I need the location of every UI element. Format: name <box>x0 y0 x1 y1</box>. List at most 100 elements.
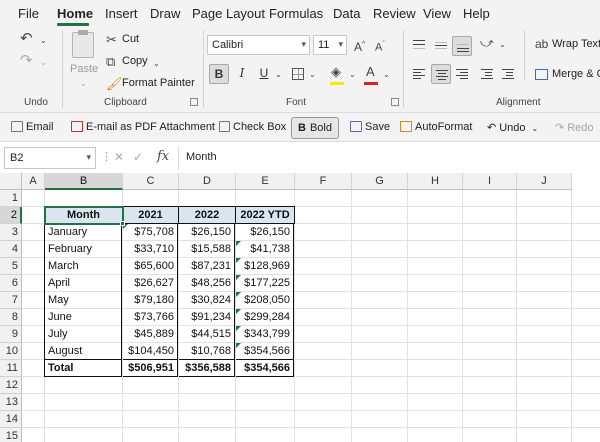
selected-cell-outline[interactable] <box>44 206 124 225</box>
orientation-dropdown-icon[interactable]: ⌄ <box>499 38 506 52</box>
format-painter-button[interactable]: Format Painter <box>122 77 195 89</box>
cancel-icon[interactable]: ✕ <box>114 150 124 164</box>
row-header-14[interactable]: 14 <box>0 411 22 428</box>
row-header-8[interactable]: 8 <box>0 309 22 326</box>
redo-icon[interactable]: ↷ <box>20 53 33 68</box>
table-cell[interactable]: $299,284 <box>236 309 294 326</box>
table-cell[interactable]: August <box>45 343 122 360</box>
table-cell[interactable]: June <box>45 309 122 326</box>
row-header-4[interactable]: 4 <box>0 241 22 258</box>
tab-review[interactable]: Review <box>373 6 416 21</box>
tab-data[interactable]: Data <box>333 6 360 21</box>
borders-dropdown-icon[interactable]: ⌄ <box>309 68 316 82</box>
table-header-cell[interactable]: 2022 <box>178 206 236 224</box>
table-cell[interactable]: April <box>45 275 122 292</box>
check-box-button[interactable]: Check Box <box>216 117 289 139</box>
paste-icon[interactable] <box>72 30 94 58</box>
table-cell[interactable]: March <box>45 258 122 275</box>
table-cell[interactable]: $33,710 <box>123 241 178 258</box>
table-cell[interactable]: $128,969 <box>236 258 294 275</box>
column-header-a[interactable]: A <box>22 173 45 190</box>
paste-button[interactable]: Paste <box>70 63 98 75</box>
table-cell[interactable]: $48,256 <box>179 275 235 292</box>
more-icon[interactable]: ⋮ <box>101 150 112 163</box>
column-header-d[interactable]: D <box>179 173 236 190</box>
save-button[interactable]: Save <box>347 117 393 139</box>
cut-button[interactable]: Cut <box>122 33 139 45</box>
tab-draw[interactable]: Draw <box>150 6 180 21</box>
orientation-icon[interactable]: ⤻ <box>480 36 494 50</box>
decrease-indent-icon[interactable] <box>477 64 497 84</box>
tab-insert[interactable]: Insert <box>105 6 138 21</box>
table-cell[interactable]: $26,150 <box>179 224 235 241</box>
row-header-2[interactable]: 2 <box>0 207 22 224</box>
row-header-9[interactable]: 9 <box>0 326 22 343</box>
paste-dropdown-icon[interactable]: ⌄ <box>80 77 87 91</box>
table-cell[interactable]: $30,824 <box>179 292 235 309</box>
table-cell[interactable]: January <box>45 224 122 241</box>
name-box[interactable]: B2 ▾ <box>4 147 96 169</box>
total-cell[interactable]: $356,588 <box>179 359 235 377</box>
clipboard-launcher-icon[interactable] <box>190 98 198 106</box>
table-cell[interactable]: $44,515 <box>179 326 235 343</box>
table-cell[interactable]: $87,231 <box>179 258 235 275</box>
column-header-c[interactable]: C <box>123 173 179 190</box>
autoformat-button[interactable]: AutoFormat <box>397 117 475 139</box>
copy-dropdown-icon[interactable]: ⌄ <box>153 57 160 71</box>
undo-icon[interactable]: ↶ <box>20 31 33 46</box>
tab-page-layout[interactable]: Page Layout <box>192 6 265 21</box>
row-header-15[interactable]: 15 <box>0 428 22 442</box>
enter-icon[interactable]: ✓ <box>133 150 143 164</box>
copy-icon[interactable]: ⧉ <box>106 55 115 69</box>
table-cell[interactable]: $26,150 <box>236 224 294 241</box>
table-cell[interactable]: $343,799 <box>236 326 294 343</box>
format-painter-icon[interactable]: 🖌 <box>106 77 123 91</box>
italic-icon[interactable]: I <box>232 64 252 84</box>
row-header-7[interactable]: 7 <box>0 292 22 309</box>
table-cell[interactable]: $177,225 <box>236 275 294 292</box>
align-top-icon[interactable] <box>409 36 429 56</box>
insert-function-icon[interactable]: fx <box>157 149 169 164</box>
font-name-select[interactable]: Calibri ▾ <box>207 35 310 55</box>
table-header-cell[interactable]: 2022 YTD <box>235 206 295 224</box>
table-cell[interactable]: February <box>45 241 122 258</box>
column-header-g[interactable]: G <box>352 173 408 190</box>
fill-color-icon[interactable]: ◈ <box>331 65 341 79</box>
table-cell[interactable]: $208,050 <box>236 292 294 309</box>
tab-view[interactable]: View <box>423 6 451 21</box>
align-bottom-icon[interactable] <box>452 36 472 56</box>
font-color-dropdown-icon[interactable]: ⌄ <box>383 68 390 82</box>
redo-button[interactable]: ↷ Redo <box>552 117 597 139</box>
column-header-b[interactable]: B <box>45 173 123 190</box>
table-cell[interactable]: May <box>45 292 122 309</box>
table-cell[interactable]: $65,600 <box>123 258 178 275</box>
email-button[interactable]: Email <box>8 117 57 139</box>
formula-input[interactable]: Month <box>186 151 217 163</box>
font-color-icon[interactable]: A <box>366 65 375 79</box>
wrap-text-button[interactable]: Wrap Text <box>552 38 600 50</box>
align-left-icon[interactable] <box>409 64 429 84</box>
select-all-corner[interactable] <box>0 173 22 190</box>
redo-dropdown-icon[interactable]: ⌄ <box>40 56 47 70</box>
email-pdf-button[interactable]: E-mail as PDF Attachment <box>68 117 218 139</box>
bold-icon[interactable]: B <box>209 64 229 84</box>
column-header-f[interactable]: F <box>295 173 352 190</box>
table-cell[interactable]: $91,234 <box>179 309 235 326</box>
align-right-icon[interactable] <box>452 64 472 84</box>
decrease-font-size-icon[interactable]: Aˇ <box>375 38 385 55</box>
table-cell[interactable]: July <box>45 326 122 343</box>
table-cell[interactable]: $26,627 <box>123 275 178 292</box>
table-cell[interactable]: $45,889 <box>123 326 178 343</box>
undo-dropdown-icon[interactable]: ⌄ <box>40 34 47 48</box>
wrap-text-icon[interactable]: ab <box>535 37 548 51</box>
column-header-h[interactable]: H <box>408 173 463 190</box>
row-header-3[interactable]: 3 <box>0 224 22 241</box>
font-size-select[interactable]: 11 ▾ <box>313 35 347 55</box>
merge-center-icon[interactable] <box>535 69 548 80</box>
increase-font-size-icon[interactable]: A^ <box>354 38 365 54</box>
font-launcher-icon[interactable] <box>391 98 399 106</box>
merge-center-button[interactable]: Merge & C <box>552 68 600 80</box>
row-header-1[interactable]: 1 <box>0 190 22 207</box>
row-header-5[interactable]: 5 <box>0 258 22 275</box>
worksheet-grid[interactable]: A B C D E F G H I J 1 2 3 4 5 6 7 8 9 10 11 12 13 14 15 Month 2021… <box>0 173 600 442</box>
